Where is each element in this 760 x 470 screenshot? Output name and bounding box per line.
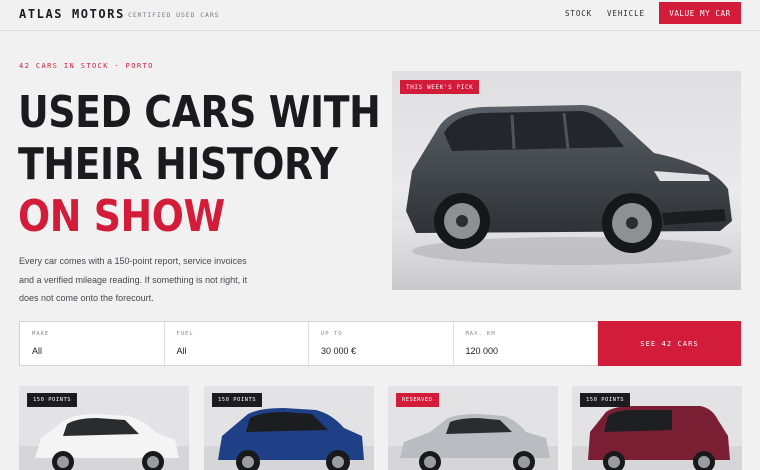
car-card[interactable]: 150 POINTS xyxy=(204,386,374,470)
nav-link-stock[interactable]: STOCK xyxy=(565,9,592,18)
price-select[interactable]: UP TO 30 000 € xyxy=(309,322,454,365)
reserved-badge: RESERVED xyxy=(396,393,439,407)
value-my-car-button[interactable]: VALUE MY CAR xyxy=(659,2,741,24)
headline-line-2: THEIR HISTORY xyxy=(18,139,338,190)
hero-description: Every car comes with a 150-point report,… xyxy=(19,256,248,303)
points-badge: 150 POINTS xyxy=(580,393,631,407)
mileage-select[interactable]: MAX. KM 120 000 xyxy=(454,322,598,365)
featured-car-image[interactable] xyxy=(392,71,741,290)
headline-accent: ON SHOW xyxy=(18,191,225,242)
logo[interactable]: ATLAS MOTORS xyxy=(19,7,125,21)
points-badge: 150 POINTS xyxy=(27,393,78,407)
fuel-select[interactable]: FUEL All xyxy=(165,322,309,365)
site-header: ATLAS MOTORS CERTIFIED USED CARS STOCK V… xyxy=(0,0,760,31)
search-bar: MAKE All FUEL All UP TO 30 000 € MAX. KM… xyxy=(19,321,741,366)
make-value: All xyxy=(32,346,43,356)
nav-link-vehicle[interactable]: VEHICLE xyxy=(607,9,645,18)
fuel-label: FUEL xyxy=(176,331,194,337)
mileage-label: MAX. KM xyxy=(465,331,496,337)
car-card[interactable]: RESERVED xyxy=(388,386,558,470)
make-label: MAKE xyxy=(32,331,50,337)
tagline: CERTIFIED USED CARS xyxy=(128,11,220,19)
see-cars-button[interactable]: SEE 42 CARS xyxy=(598,321,741,366)
mileage-value: 120 000 xyxy=(465,346,499,356)
car-card[interactable]: 150 POINTS xyxy=(19,386,189,470)
headline-line-1: USED CARS WITH xyxy=(18,87,381,138)
price-label: UP TO xyxy=(321,331,343,337)
stock-count-eyebrow: 42 CARS IN STOCK · PORTO xyxy=(19,62,154,70)
fuel-value: All xyxy=(176,346,187,356)
dark-grey-estate-car-photo xyxy=(392,105,741,290)
price-value: 30 000 € xyxy=(321,346,357,356)
weekly-pick-badge: THIS WEEK'S PICK xyxy=(400,80,480,94)
car-card[interactable]: 150 POINTS xyxy=(572,386,742,470)
points-badge: 150 POINTS xyxy=(212,393,263,407)
make-select[interactable]: MAKE All xyxy=(20,322,165,365)
page-title: USED CARS WITH THEIR HISTORY ON SHOW xyxy=(18,87,381,243)
